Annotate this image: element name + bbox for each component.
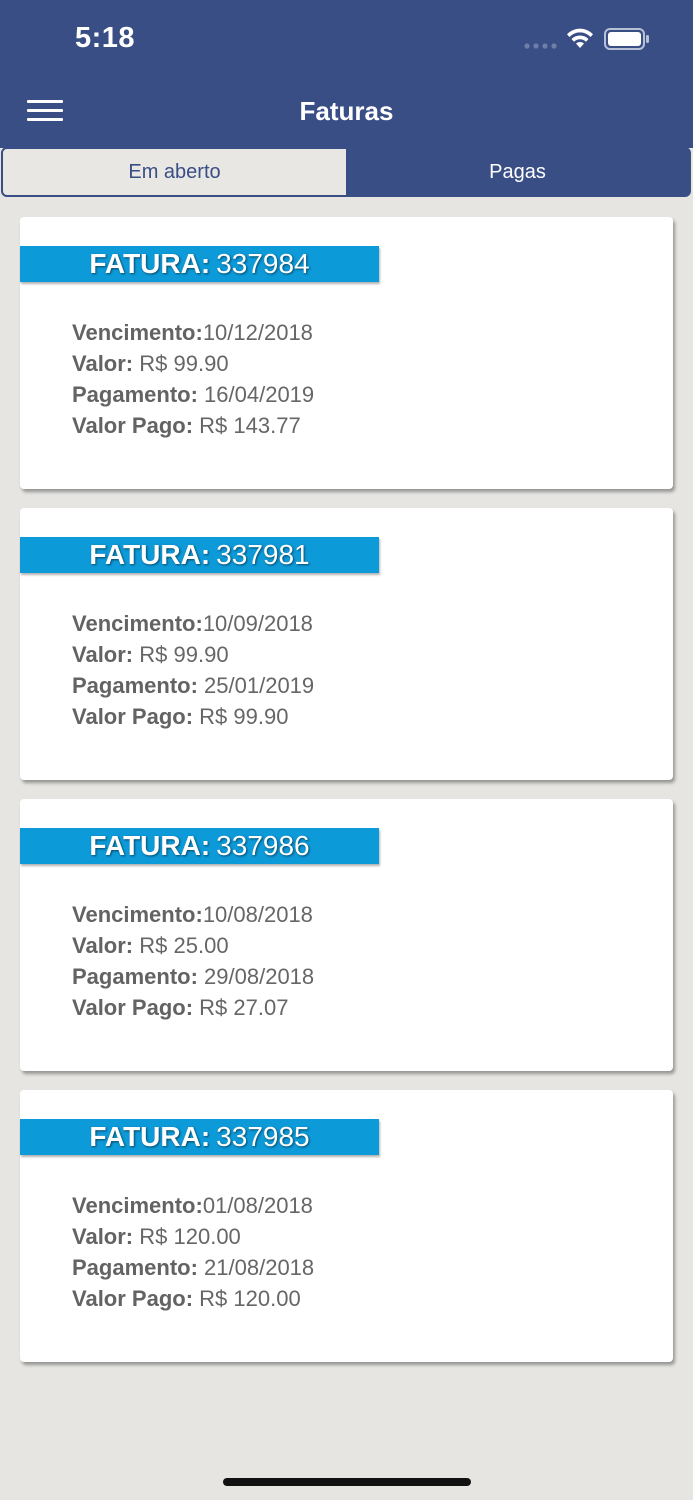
- tab-em-aberto[interactable]: Em aberto: [3, 149, 346, 195]
- cellular-signal-icon: [524, 43, 557, 49]
- invoice-prefix: FATURA:: [89, 1121, 211, 1152]
- paid-amount: R$ 27.07: [199, 995, 289, 1020]
- value-label: Valor:: [72, 642, 134, 667]
- value-amount: R$ 99.90: [139, 351, 229, 376]
- payment-label: Pagamento:: [72, 673, 198, 698]
- invoice-banner: FATURA: 337981: [20, 537, 379, 573]
- payment-date: 25/01/2019: [204, 673, 315, 698]
- invoice-number: 337986: [216, 830, 310, 861]
- value-amount: R$ 99.90: [139, 642, 229, 667]
- invoice-details: Vencimento:10/08/2018 Valor: R$ 25.00 Pa…: [72, 899, 314, 1023]
- invoice-prefix: FATURA:: [89, 248, 211, 279]
- paid-amount: R$ 120.00: [199, 1286, 301, 1311]
- invoice-banner: FATURA: 337985: [20, 1119, 379, 1155]
- value-amount: R$ 120.00: [139, 1224, 241, 1249]
- payment-label: Pagamento:: [72, 964, 198, 989]
- due-row: Vencimento:01/08/2018: [72, 1190, 314, 1221]
- invoice-prefix: FATURA:: [89, 830, 211, 861]
- value-amount: R$ 25.00: [139, 933, 229, 958]
- paid-label: Valor Pago:: [72, 413, 194, 438]
- wifi-icon: [567, 28, 593, 48]
- due-label: Vencimento:: [72, 611, 203, 636]
- payment-date: 29/08/2018: [204, 964, 315, 989]
- value-row: Valor: R$ 120.00: [72, 1221, 314, 1252]
- payment-date: 21/08/2018: [204, 1255, 315, 1280]
- invoice-card[interactable]: FATURA: 337985 Vencimento:01/08/2018 Val…: [20, 1090, 673, 1362]
- due-row: Vencimento:10/08/2018: [72, 899, 314, 930]
- payment-row: Pagamento: 29/08/2018: [72, 961, 314, 992]
- invoice-number: 337981: [216, 539, 310, 570]
- payment-row: Pagamento: 21/08/2018: [72, 1252, 314, 1283]
- paid-row: Valor Pago: R$ 143.77: [72, 410, 314, 441]
- due-value: 10/12/2018: [202, 320, 313, 345]
- battery-icon: [604, 28, 649, 50]
- paid-label: Valor Pago:: [72, 1286, 194, 1311]
- due-value: 10/08/2018: [202, 902, 313, 927]
- invoice-card[interactable]: FATURA: 337984 Vencimento:10/12/2018 Val…: [20, 217, 673, 489]
- home-indicator[interactable]: [223, 1478, 471, 1486]
- paid-row: Valor Pago: R$ 99.90: [72, 701, 314, 732]
- invoice-number: 337984: [216, 248, 310, 279]
- invoice-details: Vencimento:01/08/2018 Valor: R$ 120.00 P…: [72, 1190, 314, 1314]
- paid-amount: R$ 99.90: [199, 704, 289, 729]
- value-row: Valor: R$ 99.90: [72, 639, 314, 670]
- due-row: Vencimento:10/12/2018: [72, 317, 314, 348]
- invoice-card[interactable]: FATURA: 337986 Vencimento:10/08/2018 Val…: [20, 799, 673, 1071]
- invoice-prefix: FATURA:: [89, 539, 211, 570]
- payment-date: 16/04/2019: [204, 382, 315, 407]
- value-row: Valor: R$ 99.90: [72, 348, 314, 379]
- paid-label: Valor Pago:: [72, 995, 194, 1020]
- payment-row: Pagamento: 25/01/2019: [72, 670, 314, 701]
- payment-label: Pagamento:: [72, 382, 198, 407]
- due-label: Vencimento:: [72, 902, 203, 927]
- due-label: Vencimento:: [72, 1193, 203, 1218]
- value-row: Valor: R$ 25.00: [72, 930, 314, 961]
- paid-amount: R$ 143.77: [199, 413, 301, 438]
- due-value: 10/09/2018: [202, 611, 313, 636]
- due-label: Vencimento:: [72, 320, 203, 345]
- app-header: 5:18 Faturas: [0, 0, 693, 148]
- due-row: Vencimento:10/09/2018: [72, 608, 314, 639]
- status-time: 5:18: [75, 22, 136, 54]
- invoice-banner: FATURA: 337984: [20, 246, 379, 282]
- value-label: Valor:: [72, 351, 134, 376]
- value-label: Valor:: [72, 933, 134, 958]
- value-label: Valor:: [72, 1224, 134, 1249]
- invoice-card[interactable]: FATURA: 337981 Vencimento:10/09/2018 Val…: [20, 508, 673, 780]
- invoice-banner: FATURA: 337986: [20, 828, 379, 864]
- invoice-tabs: Em aberto Pagas: [1, 147, 691, 197]
- payment-row: Pagamento: 16/04/2019: [72, 379, 314, 410]
- tab-pagas[interactable]: Pagas: [346, 149, 689, 195]
- paid-row: Valor Pago: R$ 27.07: [72, 992, 314, 1023]
- payment-label: Pagamento:: [72, 1255, 198, 1280]
- invoice-number: 337985: [216, 1121, 310, 1152]
- invoice-list: FATURA: 337984 Vencimento:10/12/2018 Val…: [20, 217, 673, 1381]
- due-value: 01/08/2018: [202, 1193, 313, 1218]
- page-title: Faturas: [299, 96, 394, 126]
- paid-label: Valor Pago:: [72, 704, 194, 729]
- invoice-details: Vencimento:10/09/2018 Valor: R$ 99.90 Pa…: [72, 608, 314, 732]
- invoice-details: Vencimento:10/12/2018 Valor: R$ 99.90 Pa…: [72, 317, 314, 441]
- paid-row: Valor Pago: R$ 120.00: [72, 1283, 314, 1314]
